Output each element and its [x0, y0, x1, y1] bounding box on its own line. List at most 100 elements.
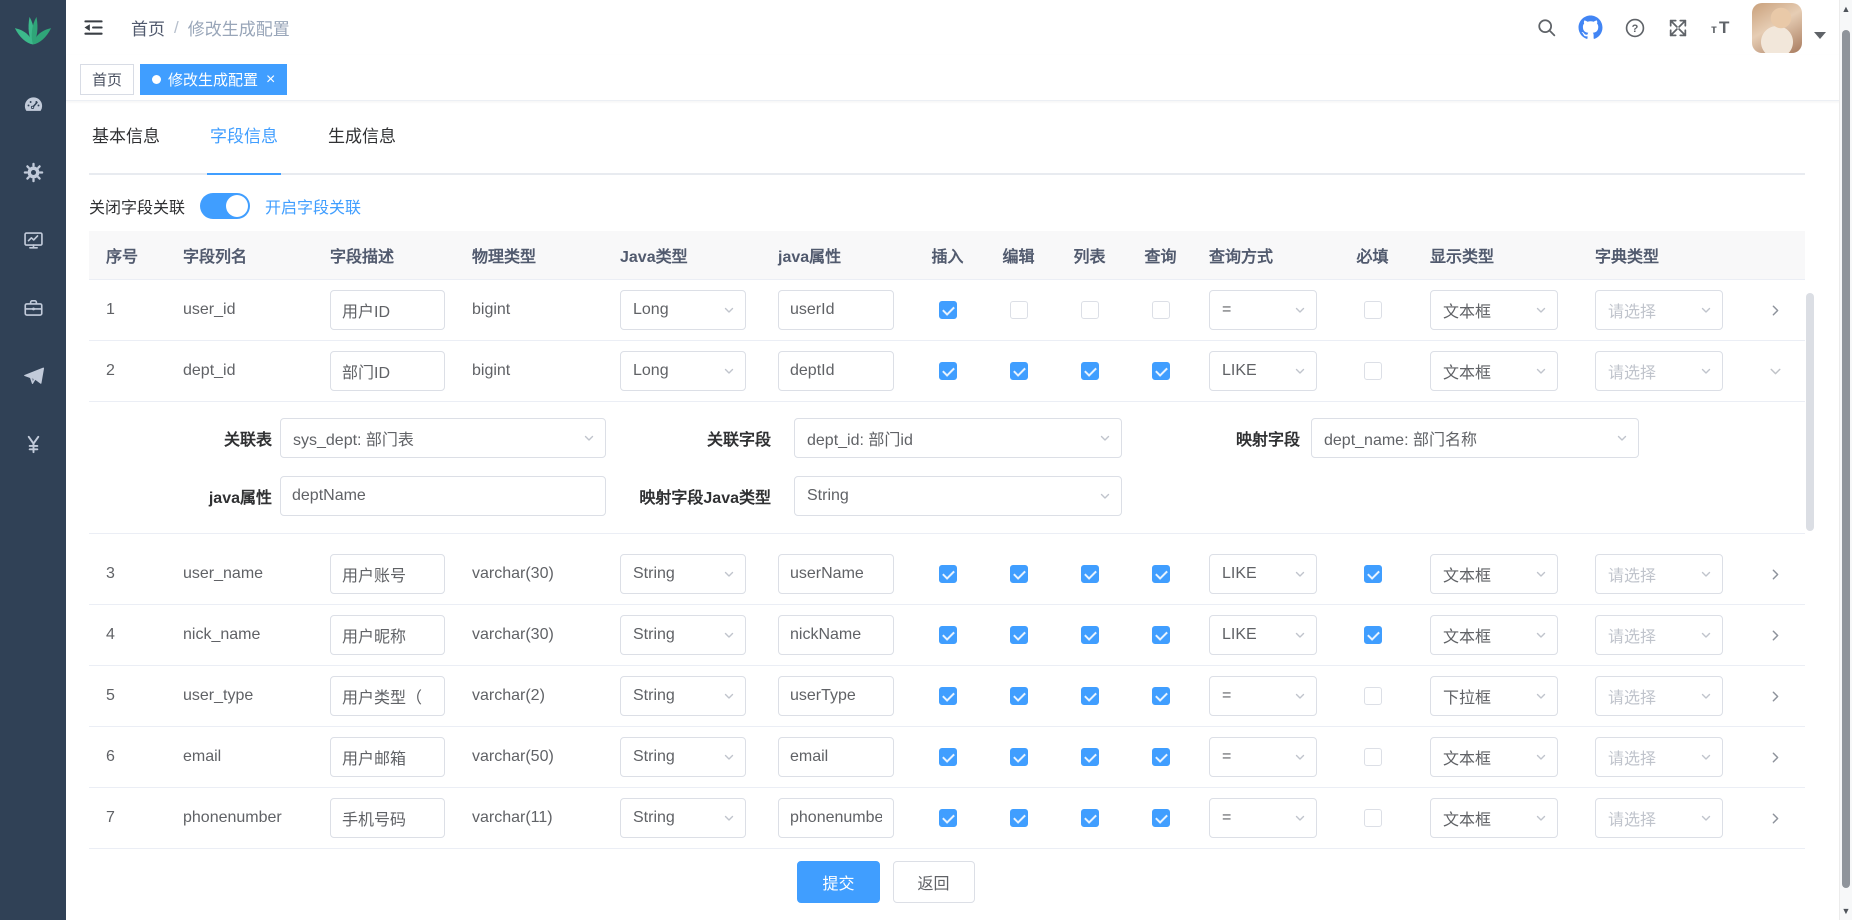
back-button[interactable]: 返回 — [893, 861, 975, 903]
expand-row-icon[interactable] — [1767, 302, 1784, 319]
font-size-icon[interactable]: тT — [1710, 17, 1736, 39]
association-switch[interactable] — [200, 193, 250, 219]
caret-down-icon[interactable] — [1814, 32, 1826, 39]
page-scrollbar[interactable]: ▲ ▼ — [1839, 0, 1852, 920]
required-checkbox[interactable] — [1364, 748, 1382, 766]
tag-active[interactable]: 修改生成配置× — [140, 64, 287, 95]
monitor-icon[interactable] — [22, 229, 45, 252]
query-checkbox[interactable] — [1152, 748, 1170, 766]
required-checkbox[interactable] — [1364, 687, 1382, 705]
description-input[interactable] — [330, 676, 445, 716]
list-checkbox[interactable] — [1081, 809, 1099, 827]
description-input[interactable] — [330, 615, 445, 655]
edit-checkbox[interactable] — [1010, 626, 1028, 644]
display_type-select[interactable]: 下拉框 — [1430, 676, 1558, 716]
query_mode-select[interactable]: LIKE — [1209, 554, 1317, 594]
expand-row-icon[interactable] — [1767, 688, 1784, 705]
edit-checkbox[interactable] — [1010, 748, 1028, 766]
java_attr-input[interactable] — [778, 676, 894, 716]
required-checkbox[interactable] — [1364, 565, 1382, 583]
expansion-java属性-input[interactable] — [280, 476, 606, 516]
display_type-select[interactable]: 文本框 — [1430, 290, 1558, 330]
query_mode-select[interactable]: LIKE — [1209, 615, 1317, 655]
list-checkbox[interactable] — [1081, 626, 1099, 644]
send-icon[interactable] — [22, 365, 45, 388]
java_attr-input[interactable] — [778, 554, 894, 594]
github-icon[interactable] — [1578, 15, 1603, 40]
settings-icon[interactable] — [22, 161, 45, 184]
java_type-select[interactable]: String — [620, 798, 746, 838]
dict_type-select[interactable]: 请选择 — [1595, 290, 1723, 330]
list-checkbox[interactable] — [1081, 362, 1099, 380]
dict_type-select[interactable]: 请选择 — [1595, 554, 1723, 594]
breadcrumb-home[interactable]: 首页 — [131, 15, 165, 40]
expansion-映射字段Java类型-select[interactable]: String — [794, 476, 1122, 516]
expansion-关联字段-select[interactable]: dept_id: 部门id — [794, 418, 1122, 458]
fullscreen-icon[interactable] — [1667, 17, 1689, 39]
edit-checkbox[interactable] — [1010, 362, 1028, 380]
description-input[interactable] — [330, 554, 445, 594]
insert-checkbox[interactable] — [939, 748, 957, 766]
scroll-down-arrow-icon[interactable]: ▼ — [1840, 906, 1852, 916]
insert-checkbox[interactable] — [939, 301, 957, 319]
display_type-select[interactable]: 文本框 — [1430, 737, 1558, 777]
insert-checkbox[interactable] — [939, 809, 957, 827]
required-checkbox[interactable] — [1364, 301, 1382, 319]
query_mode-select[interactable]: = — [1209, 798, 1317, 838]
java_type-select[interactable]: Long — [620, 290, 746, 330]
submit-button[interactable]: 提交 — [797, 861, 879, 903]
java_attr-input[interactable] — [778, 737, 894, 777]
query_mode-select[interactable]: = — [1209, 290, 1317, 330]
tag-close-icon[interactable]: × — [266, 72, 275, 88]
list-checkbox[interactable] — [1081, 748, 1099, 766]
query-checkbox[interactable] — [1152, 687, 1170, 705]
java_type-select[interactable]: String — [620, 676, 746, 716]
scroll-up-arrow-icon[interactable]: ▲ — [1840, 4, 1852, 14]
insert-checkbox[interactable] — [939, 687, 957, 705]
list-checkbox[interactable] — [1081, 301, 1099, 319]
query_mode-select[interactable]: LIKE — [1209, 351, 1317, 391]
required-checkbox[interactable] — [1364, 362, 1382, 380]
required-checkbox[interactable] — [1364, 626, 1382, 644]
dict_type-select[interactable]: 请选择 — [1595, 615, 1723, 655]
display_type-select[interactable]: 文本框 — [1430, 798, 1558, 838]
sidebar-collapse-icon[interactable] — [82, 16, 105, 39]
edit-checkbox[interactable] — [1010, 301, 1028, 319]
description-input[interactable] — [330, 351, 445, 391]
display_type-select[interactable]: 文本框 — [1430, 351, 1558, 391]
display_type-select[interactable]: 文本框 — [1430, 554, 1558, 594]
edit-checkbox[interactable] — [1010, 687, 1028, 705]
tab-基本信息[interactable]: 基本信息 — [89, 125, 163, 173]
java_type-select[interactable]: String — [620, 737, 746, 777]
description-input[interactable] — [330, 798, 445, 838]
description-input[interactable] — [330, 290, 445, 330]
help-icon[interactable]: ? — [1624, 17, 1646, 39]
display_type-select[interactable]: 文本框 — [1430, 615, 1558, 655]
dict_type-select[interactable]: 请选择 — [1595, 676, 1723, 716]
dashboard-icon[interactable] — [22, 93, 45, 116]
query-checkbox[interactable] — [1152, 626, 1170, 644]
query-checkbox[interactable] — [1152, 362, 1170, 380]
java_attr-input[interactable] — [778, 351, 894, 391]
tab-字段信息[interactable]: 字段信息 — [207, 125, 281, 175]
tab-生成信息[interactable]: 生成信息 — [325, 125, 399, 173]
list-checkbox[interactable] — [1081, 687, 1099, 705]
query-checkbox[interactable] — [1152, 301, 1170, 319]
dict_type-select[interactable]: 请选择 — [1595, 798, 1723, 838]
dict_type-select[interactable]: 请选择 — [1595, 737, 1723, 777]
description-input[interactable] — [330, 737, 445, 777]
query-checkbox[interactable] — [1152, 809, 1170, 827]
insert-checkbox[interactable] — [939, 362, 957, 380]
list-checkbox[interactable] — [1081, 565, 1099, 583]
search-icon[interactable] — [1536, 17, 1557, 38]
user-avatar[interactable] — [1752, 3, 1802, 53]
expand-row-icon[interactable] — [1767, 566, 1784, 583]
expand-row-icon[interactable] — [1767, 810, 1784, 827]
required-checkbox[interactable] — [1364, 809, 1382, 827]
app-logo-plant-icon[interactable] — [12, 10, 54, 53]
java_type-select[interactable]: String — [620, 615, 746, 655]
java_attr-input[interactable] — [778, 798, 894, 838]
dict_type-select[interactable]: 请选择 — [1595, 351, 1723, 391]
query-checkbox[interactable] — [1152, 565, 1170, 583]
expansion-映射字段-select[interactable]: dept_name: 部门名称 — [1311, 418, 1639, 458]
